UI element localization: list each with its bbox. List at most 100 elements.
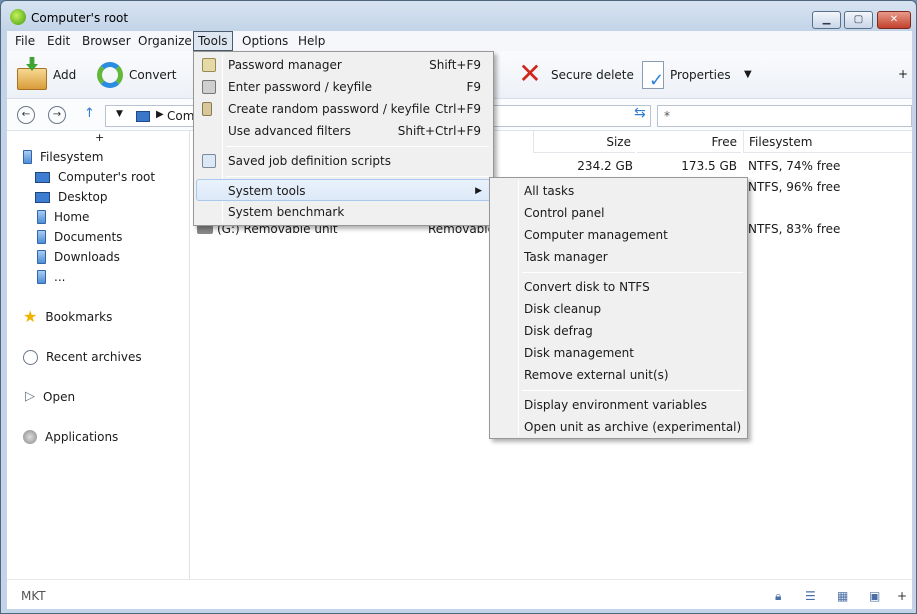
- menu-item-control-panel[interactable]: Control panel: [492, 202, 745, 224]
- menu-item-advanced-filters[interactable]: Use advanced filters Shift+Ctrl+F9: [196, 120, 491, 142]
- menu-item-task-manager[interactable]: Task manager: [492, 246, 745, 268]
- maximize-button[interactable]: ▢: [844, 11, 873, 29]
- menu-item-open-unit-archive[interactable]: Open unit as archive (experimental): [492, 416, 745, 438]
- details-view-icon[interactable]: ▦: [837, 589, 851, 603]
- sidebar-item-label: Filesystem: [40, 150, 104, 164]
- sidebar-item-applications[interactable]: Applications: [23, 427, 118, 447]
- sidebar: + Filesystem Computer's root Desktop Hom…: [7, 131, 190, 579]
- status-bar: MKT 🔒︎ ☰ ▦ ▣ +: [7, 579, 912, 609]
- add-button[interactable]: Add: [17, 59, 76, 91]
- menu-item-system-benchmark[interactable]: System benchmark: [196, 201, 491, 223]
- menu-item-convert-disk[interactable]: Convert disk to NTFS: [492, 276, 745, 298]
- menu-item-password-manager[interactable]: Password manager Shift+F9: [196, 54, 491, 76]
- menu-item-create-random-password[interactable]: Create random password / keyfile Ctrl+F9: [196, 98, 491, 120]
- menu-tools[interactable]: Tools: [193, 31, 233, 51]
- menu-options[interactable]: Options: [238, 31, 292, 51]
- menu-item-env-variables[interactable]: Display environment variables: [492, 394, 745, 416]
- column-header-size[interactable]: Size: [533, 131, 635, 153]
- menu-separator: [226, 176, 489, 177]
- menu-item-computer-management[interactable]: Computer management: [492, 224, 745, 246]
- sidebar-item-home[interactable]: Home: [37, 207, 89, 227]
- chevron-down-icon[interactable]: ▼: [744, 69, 752, 80]
- sidebar-item-documents[interactable]: Documents: [37, 227, 122, 247]
- window-title: Computer's root: [31, 11, 129, 25]
- sidebar-item-label: Bookmarks: [45, 310, 113, 324]
- tools-menu: Password manager Shift+F9 Enter password…: [193, 51, 494, 226]
- menu-item-enter-password[interactable]: Enter password / keyfile F9: [196, 76, 491, 98]
- menu-item-all-tasks[interactable]: All tasks: [492, 180, 745, 202]
- minimize-button[interactable]: ▁: [812, 11, 841, 29]
- lock-icon[interactable]: 🔒︎: [775, 589, 789, 603]
- sidebar-item-label: Computer's root: [58, 170, 156, 184]
- drive-icon: [197, 225, 213, 234]
- list-view-icon[interactable]: ☰: [805, 589, 819, 603]
- sidebar-item-downloads[interactable]: Downloads: [37, 247, 120, 267]
- menu-bar: File Edit Browser Organize Tools Options…: [7, 31, 912, 51]
- applications-icon: [23, 430, 37, 444]
- path-separator-icon: ▶: [156, 109, 164, 120]
- script-icon: [202, 154, 216, 168]
- close-button[interactable]: ✕: [877, 11, 911, 29]
- menu-item-disk-defrag[interactable]: Disk defrag: [492, 320, 745, 342]
- sidebar-item-more[interactable]: ...: [37, 267, 65, 287]
- submenu-arrow-icon: ▶: [475, 186, 482, 196]
- sidebar-item-label: Applications: [45, 430, 119, 444]
- menu-item-saved-scripts[interactable]: Saved job definition scripts: [196, 150, 491, 172]
- column-header-free[interactable]: Free: [637, 131, 741, 153]
- sidebar-item-bookmarks[interactable]: ★ Bookmarks: [23, 307, 112, 327]
- properties-icon: [642, 61, 664, 91]
- title-bar: Computer's root ▁ ▢ ✕: [1, 1, 916, 31]
- status-plus[interactable]: +: [897, 589, 911, 603]
- column-header-filesystem[interactable]: Filesystem: [743, 131, 912, 153]
- sidebar-item-open[interactable]: ▷ Open: [25, 387, 75, 407]
- menu-edit[interactable]: Edit: [43, 31, 74, 51]
- cell-filesystem: NTFS, 96% free: [748, 180, 841, 194]
- menu-organize[interactable]: Organize: [134, 31, 196, 51]
- convert-button[interactable]: Convert: [97, 59, 176, 91]
- sidebar-item-computers-root[interactable]: Computer's root: [35, 167, 155, 187]
- menu-help[interactable]: Help: [294, 31, 329, 51]
- menu-item-disk-cleanup[interactable]: Disk cleanup: [492, 298, 745, 320]
- filter-input[interactable]: *: [657, 105, 912, 127]
- refresh-icon[interactable]: ⇆: [634, 105, 646, 121]
- toolbar-add-plus[interactable]: +: [898, 67, 908, 81]
- sidebar-item-label: Open: [43, 390, 76, 404]
- back-icon[interactable]: ←: [17, 106, 35, 124]
- sidebar-item-desktop[interactable]: Desktop: [35, 187, 108, 207]
- key-icon: [202, 102, 212, 116]
- sidebar-item-recent-archives[interactable]: Recent archives: [23, 347, 142, 367]
- cell-filesystem: NTFS, 74% free: [748, 159, 841, 173]
- secure-delete-button[interactable]: ✕ Secure delete: [515, 59, 634, 91]
- sidebar-item-label: Downloads: [54, 250, 120, 264]
- app-logo-icon: [10, 9, 26, 25]
- properties-label: Properties: [670, 68, 731, 82]
- menu-item-disk-management[interactable]: Disk management: [492, 342, 745, 364]
- sidebar-item-filesystem[interactable]: Filesystem: [23, 147, 103, 167]
- system-tools-submenu: All tasks Control panel Computer managem…: [489, 177, 748, 439]
- star-icon: ★: [23, 307, 38, 326]
- sidebar-item-label: Desktop: [58, 190, 108, 204]
- cell-size: 234.2 GB: [577, 159, 633, 173]
- sidebar-item-label: ...: [54, 270, 66, 284]
- sidebar-item-label: Documents: [54, 230, 123, 244]
- menu-item-system-tools[interactable]: System tools ▶: [196, 179, 491, 201]
- up-arrow-icon[interactable]: ↑: [84, 106, 95, 121]
- clock-icon: [23, 349, 38, 365]
- forward-icon[interactable]: →: [48, 106, 66, 124]
- properties-button[interactable]: Properties: [642, 59, 731, 91]
- add-label: Add: [53, 68, 77, 82]
- image-view-icon[interactable]: ▣: [869, 589, 883, 603]
- sidebar-expand-plus[interactable]: +: [95, 131, 104, 144]
- desktop-icon: [35, 191, 50, 203]
- play-icon: ▷: [25, 389, 35, 404]
- menu-browser[interactable]: Browser: [78, 31, 135, 51]
- folder-icon: [37, 230, 46, 244]
- path-dropdown-icon[interactable]: ▼: [116, 109, 123, 119]
- menu-file[interactable]: File: [11, 31, 39, 51]
- delete-x-icon: ✕: [518, 57, 542, 90]
- computer-icon: [35, 171, 50, 183]
- path-text: Com: [167, 109, 195, 123]
- convert-icon: [97, 62, 123, 88]
- menu-item-remove-external[interactable]: Remove external unit(s): [492, 364, 745, 386]
- cell-free: 173.5 GB: [681, 159, 737, 173]
